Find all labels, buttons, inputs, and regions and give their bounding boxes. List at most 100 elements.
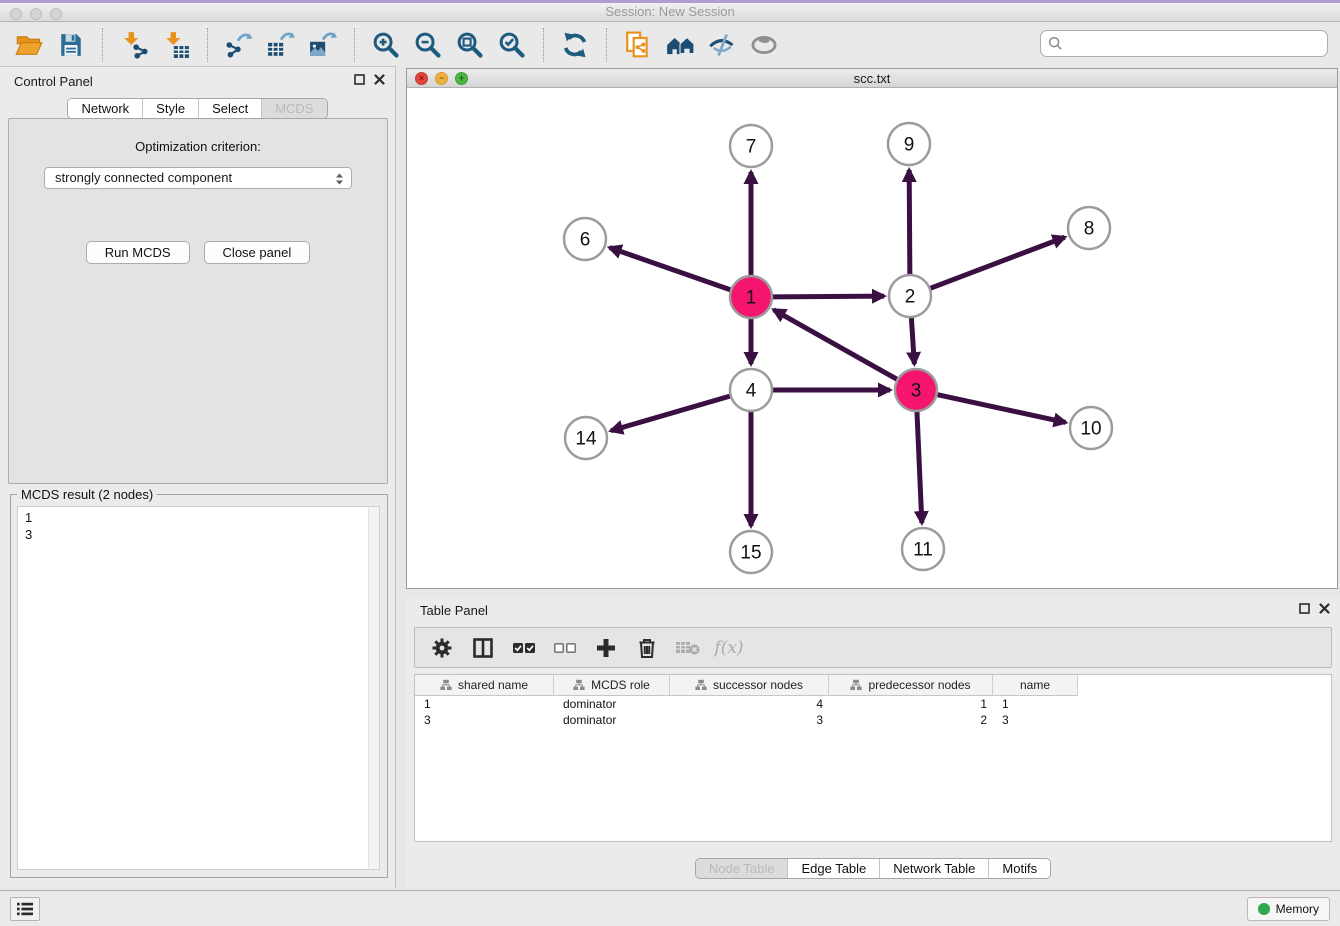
table-header-filler [1078,675,1331,696]
refresh-layout-button[interactable] [554,26,596,64]
delete-table-button[interactable] [671,632,705,664]
result-scrollbar[interactable] [368,507,379,869]
network-graph: 7968124314101511 [407,88,1337,588]
apply-function-button[interactable]: f(x) [712,632,746,664]
float-panel-icon[interactable] [1299,603,1310,614]
export-table-button[interactable] [260,26,302,64]
hide-panel-button[interactable] [701,26,743,64]
network-minimize-button[interactable]: − [435,72,448,85]
zoom-fit-button[interactable] [449,26,491,64]
cell-name[interactable]: 3 [993,712,1078,728]
table-header-row: shared name MCDS role successor nodes pr… [415,675,1331,696]
graph-edge-3-1[interactable] [774,310,897,379]
mcds-result-textarea[interactable]: 1 3 [17,506,380,870]
export-network-button[interactable] [218,26,260,64]
zoom-selected-button[interactable] [491,26,533,64]
cell-mcds-role[interactable]: dominator [554,712,670,728]
cell-shared-name[interactable]: 1 [415,696,554,712]
toolbar-separator [354,28,355,62]
graph-edge-3-11[interactable] [917,412,922,523]
memory-button[interactable]: Memory [1247,897,1330,921]
network-canvas[interactable]: 7968124314101511 [407,88,1337,588]
criterion-select[interactable]: strongly connected component [44,167,352,189]
mcds-result-line: 1 [25,509,372,526]
graph-edge-1-2[interactable] [773,296,884,297]
select-all-rows-button[interactable] [507,632,541,664]
network-window-title: scc.txt [407,69,1337,88]
cell-predecessor-nodes[interactable]: 2 [829,712,993,728]
close-panel-icon[interactable] [374,74,385,85]
close-panel-button[interactable]: Close panel [204,241,311,264]
graph-edge-2-9[interactable] [909,170,910,274]
column-header-predecessor-nodes[interactable]: predecessor nodes [829,675,993,696]
tab-network-table[interactable]: Network Table [879,859,988,878]
graph-edge-3-10[interactable] [937,395,1065,423]
export-image-icon [309,31,337,59]
close-window-button[interactable] [10,8,22,20]
toolbar-separator [102,28,103,62]
window-title: Session: New Session [0,3,1340,21]
show-all-networks-button[interactable] [659,26,701,64]
tab-motifs[interactable]: Motifs [988,859,1050,878]
cell-name[interactable]: 1 [993,696,1078,712]
tab-mcds[interactable]: MCDS [261,99,326,118]
zoom-in-button[interactable] [365,26,407,64]
status-bar: Memory [0,890,1340,926]
float-panel-icon[interactable] [354,74,365,85]
graph-edge-4-14[interactable] [611,396,730,431]
run-mcds-button[interactable]: Run MCDS [86,241,190,264]
toolbar-separator [606,28,607,62]
maximize-window-button[interactable] [50,8,62,20]
delete-column-button[interactable] [630,632,664,664]
graph-node-label: 3 [911,381,922,402]
zoom-fit-icon [456,31,484,59]
delete-table-icon [675,638,701,658]
export-image-button[interactable] [302,26,344,64]
import-table-icon [162,31,190,59]
duplicate-network-button[interactable] [617,26,659,64]
tab-style[interactable]: Style [142,99,198,118]
tab-node-table[interactable]: Node Table [696,859,788,878]
window-controls [10,8,62,20]
close-panel-icon[interactable] [1319,603,1330,614]
column-header-name[interactable]: name [993,675,1078,696]
tab-edge-table[interactable]: Edge Table [787,859,879,878]
import-table-button[interactable] [155,26,197,64]
plus-icon [595,637,617,659]
open-session-button[interactable] [8,26,50,64]
save-session-button[interactable] [50,26,92,64]
column-header-successor-nodes[interactable]: successor nodes [670,675,829,696]
cell-predecessor-nodes[interactable]: 1 [829,696,993,712]
cell-successor-nodes[interactable]: 4 [670,696,829,712]
graph-edge-2-3[interactable] [911,318,914,364]
search-input[interactable] [1063,31,1327,56]
show-column-panel-button[interactable] [466,632,500,664]
function-fx-icon: f(x) [714,638,743,658]
task-history-button[interactable] [10,897,40,921]
global-search-field[interactable] [1040,30,1328,57]
zoom-out-button[interactable] [407,26,449,64]
import-network-button[interactable] [113,26,155,64]
column-header-shared-name[interactable]: shared name [415,675,554,696]
cell-successor-nodes[interactable]: 3 [670,712,829,728]
graph-edge-2-8[interactable] [931,237,1065,288]
network-window-titlebar[interactable]: × − + scc.txt [407,69,1337,88]
create-column-button[interactable] [589,632,623,664]
table-settings-button[interactable] [425,632,459,664]
tab-select[interactable]: Select [198,99,261,118]
network-maximize-button[interactable]: + [455,72,468,85]
export-table-icon [267,31,295,59]
column-type-icon [440,679,452,691]
deselect-all-rows-button[interactable] [548,632,582,664]
cell-mcds-role[interactable]: dominator [554,696,670,712]
column-header-mcds-role[interactable]: MCDS role [554,675,670,696]
table-row[interactable]: 3 dominator 3 2 3 [415,712,1331,728]
network-close-button[interactable]: × [415,72,428,85]
graph-edge-1-6[interactable] [610,248,731,290]
cell-shared-name[interactable]: 3 [415,712,554,728]
tab-network[interactable]: Network [68,99,142,118]
show-panel-button[interactable] [743,26,785,64]
table-row[interactable]: 1 dominator 4 1 1 [415,696,1331,712]
graph-node-label: 1 [746,288,757,309]
minimize-window-button[interactable] [30,8,42,20]
